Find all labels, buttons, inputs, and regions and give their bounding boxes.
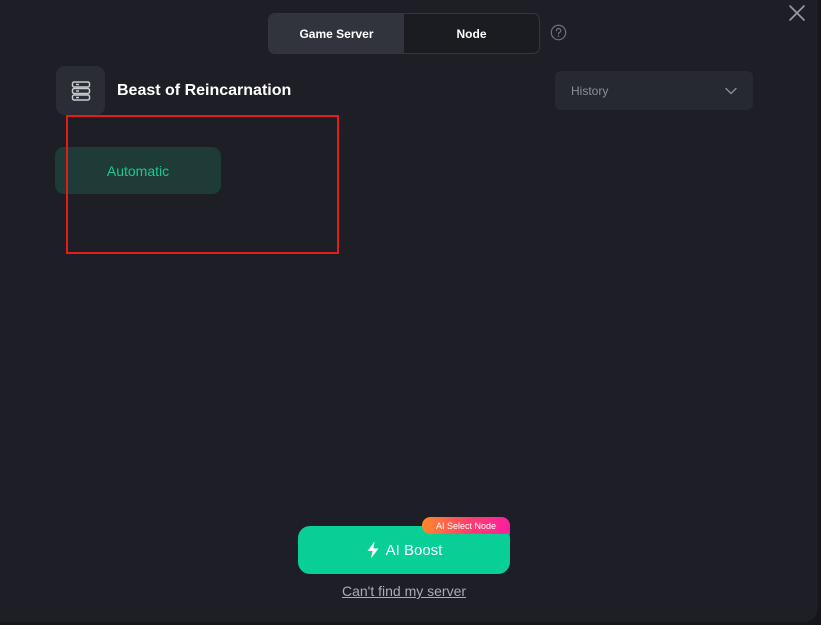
close-icon[interactable] [787,3,807,23]
history-dropdown[interactable]: History [555,71,753,110]
server-icon-box [56,66,105,115]
chevron-down-icon [725,87,737,94]
lightning-icon [367,541,379,559]
cant-find-server-row: Can't find my server [0,583,808,599]
server-stack-icon [71,80,90,101]
help-icon[interactable] [550,24,567,41]
game-title: Beast of Reincarnation [117,82,292,99]
tab-node[interactable]: Node [404,14,539,53]
server-node-tabs: Game Server Node [268,13,540,54]
ai-boost-label: AI Boost [385,541,443,559]
server-option-automatic[interactable]: Automatic [55,147,221,194]
cant-find-server-link[interactable]: Can't find my server [342,583,466,599]
ai-select-node-badge: AI Select Node [422,517,510,534]
server-select-window: Game Server Node Beast of Reincarnation … [0,0,818,622]
history-label: History [571,83,609,98]
tab-game-server[interactable]: Game Server [269,14,404,53]
